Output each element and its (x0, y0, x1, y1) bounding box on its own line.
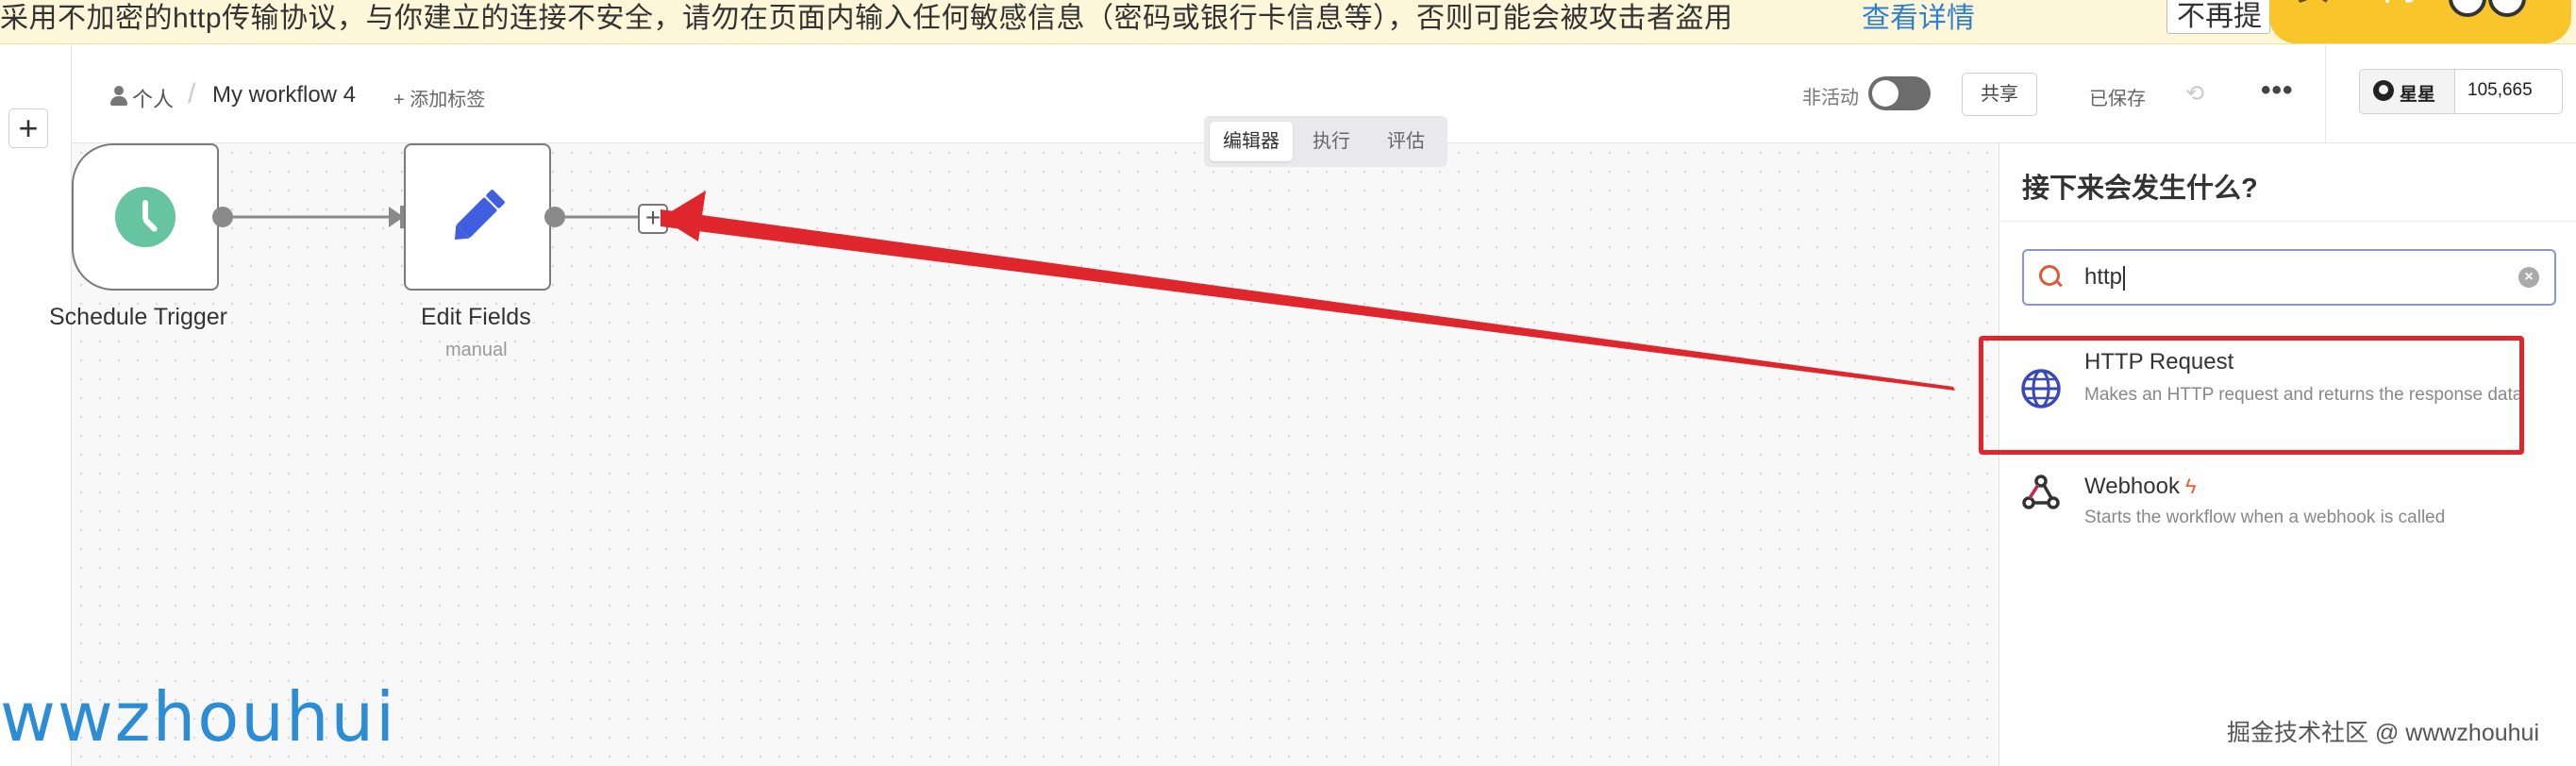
share-button[interactable]: 共享 (1962, 73, 2037, 116)
github-star-count: 105,665 (2467, 80, 2533, 100)
output-handle[interactable] (212, 207, 233, 227)
history-icon[interactable]: ⟲ (2185, 80, 2204, 108)
saved-status: 已保存 (2089, 89, 2146, 109)
details-link[interactable]: 查看详情 (1862, 0, 1975, 36)
search-value: http (2084, 264, 2123, 290)
eye-icon (2449, 0, 2486, 17)
header-divider (2325, 44, 2326, 142)
edit-fields-mode: manual (445, 340, 508, 360)
dont-show-again-button[interactable]: 不再提 (2166, 0, 2270, 34)
search-icon (2039, 265, 2060, 286)
edit-fields-node[interactable] (404, 143, 551, 291)
panel-title: 接下来会发生什么? (2022, 174, 2258, 204)
toggle-knob (1872, 80, 1899, 107)
github-star-label: 星星 (2400, 85, 2436, 105)
trigger-bolt-icon: ϟ (2184, 475, 2197, 498)
edit-fields-label: Edit Fields (421, 304, 531, 330)
node-search-input[interactable]: http × (2022, 249, 2556, 306)
node-creator-panel: 接下来会发生什么? http × HTTP Request Makes an H… (1999, 143, 2576, 766)
more-options-icon[interactable]: ••• (2261, 75, 2294, 107)
clock-icon (115, 187, 176, 247)
tab-editor[interactable]: 编辑器 (1210, 122, 1293, 161)
schedule-trigger-node[interactable] (72, 143, 219, 291)
add-next-node-button[interactable]: + (638, 204, 668, 234)
result-description: Starts the workflow when a webhook is ca… (2084, 508, 2446, 527)
widget-left-text: 实 (2296, 0, 2330, 9)
clear-search-icon[interactable]: × (2518, 267, 2539, 288)
floating-widget[interactable]: 实 简 (2269, 0, 2571, 43)
widget-right-text: 简 (2383, 0, 2417, 9)
tab-executions[interactable]: 执行 (1296, 122, 1366, 161)
result-title: Webhook ϟ (2084, 474, 2197, 499)
result-webhook[interactable]: Webhook ϟ Starts the workflow when a webh… (1999, 462, 2576, 538)
watermark-text: wwzhouhui (0, 677, 397, 757)
annotation-highlight-box (1979, 336, 2524, 455)
github-icon (2373, 80, 2394, 101)
view-tabs: 编辑器 执行 评估 (1204, 116, 1447, 167)
webhook-icon (2022, 475, 2060, 509)
output-handle[interactable] (544, 207, 565, 227)
pencil-icon (454, 190, 505, 241)
tab-evaluations[interactable]: 评估 (1370, 122, 1442, 161)
github-star-button[interactable]: 星星 105,665 (2359, 69, 2563, 114)
credit-text: 掘金技术社区 @ wwwzhouhui (2227, 720, 2540, 746)
schedule-trigger-label: Schedule Trigger (49, 304, 228, 330)
eye-icon (2488, 0, 2526, 17)
active-status-label: 非活动 (1802, 88, 1859, 108)
active-toggle[interactable] (1868, 76, 1931, 110)
